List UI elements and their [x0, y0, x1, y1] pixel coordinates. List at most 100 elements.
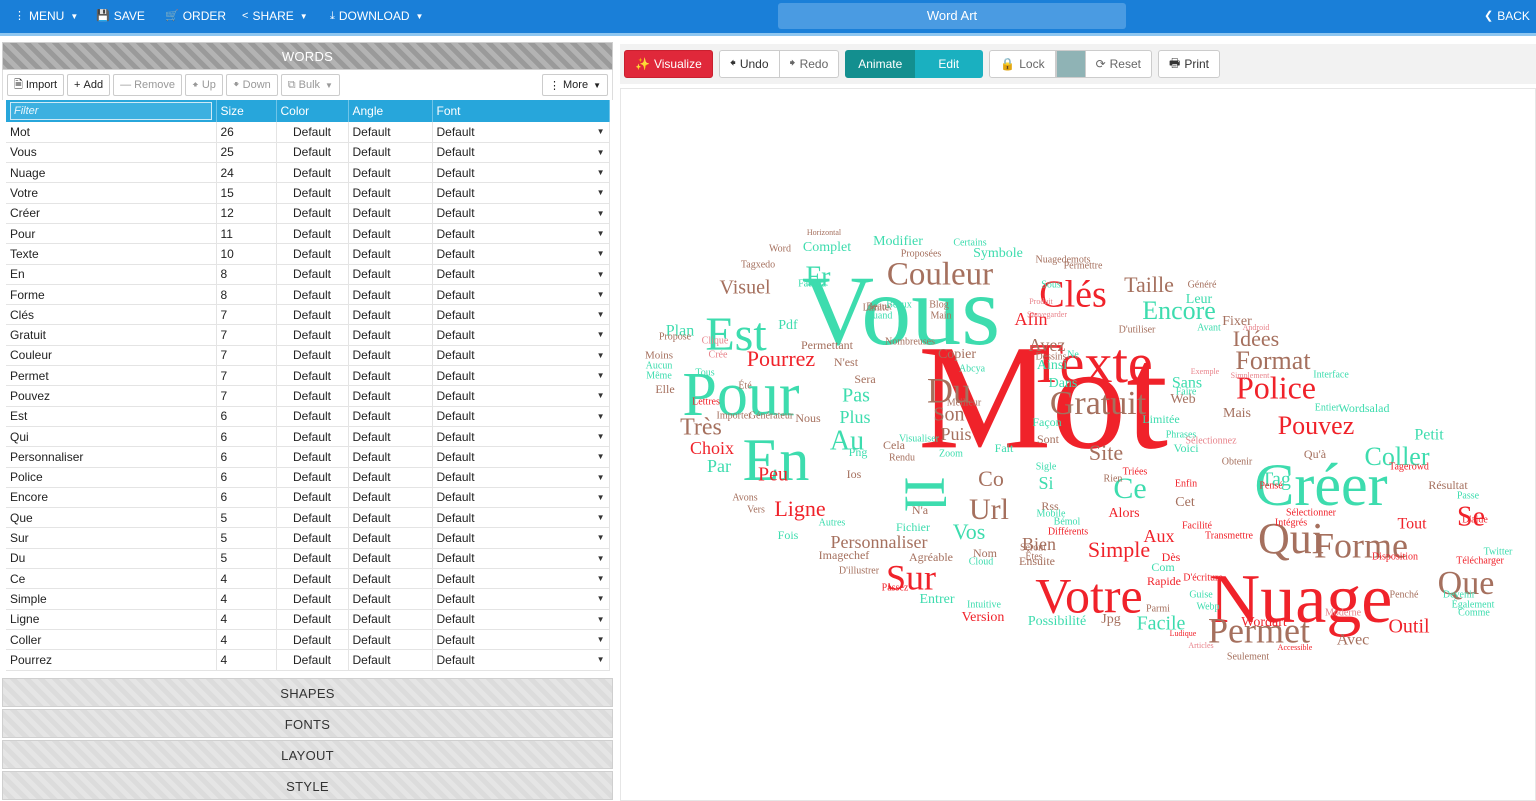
table-row[interactable]: En 8 Default Default Default ▼ [6, 264, 610, 285]
share-button[interactable]: < SHARE ▼ [242, 0, 308, 33]
table-row[interactable]: Ligne 4 Default Default Default ▼ [6, 609, 610, 630]
color-cell[interactable]: Default [276, 629, 349, 651]
angle-column-header[interactable]: Angle [348, 100, 433, 122]
cloud-word[interactable]: Bémol [1054, 516, 1081, 527]
table-row[interactable]: Qui 6 Default Default Default ▼ [6, 426, 610, 448]
size-cell[interactable]: 8 [216, 284, 277, 306]
word-cell[interactable]: Ligne [6, 609, 217, 630]
cloud-word[interactable]: Pouvez [1278, 411, 1355, 440]
dropdown-caret-icon[interactable]: ▼ [597, 549, 605, 568]
color-cell[interactable]: Default [276, 324, 349, 346]
cloud-word[interactable]: Crée [709, 349, 728, 360]
cloud-word[interactable]: Aux [1144, 526, 1175, 546]
size-cell[interactable]: 4 [216, 588, 277, 610]
cloud-word[interactable]: Entrer [920, 592, 955, 607]
size-cell[interactable]: 5 [216, 507, 277, 529]
color-cell[interactable]: Default [276, 365, 349, 387]
cloud-word[interactable]: Meilleur [947, 397, 982, 408]
cloud-word[interactable]: Alors [1108, 506, 1139, 521]
cloud-word[interactable]: Webp [1196, 601, 1219, 612]
color-cell[interactable]: Default [276, 122, 349, 143]
cloud-word[interactable]: Moderne [1325, 607, 1362, 618]
font-cell[interactable]: Default ▼ [432, 487, 610, 509]
cloud-word[interactable]: Fait [995, 441, 1014, 455]
angle-cell[interactable]: Default [348, 365, 433, 387]
cloud-word[interactable]: Lettres [692, 396, 720, 407]
cloud-word[interactable]: Com [1151, 560, 1175, 574]
font-cell[interactable]: Default ▼ [432, 122, 610, 143]
up-button[interactable]: 🠹 Up [185, 74, 223, 96]
word-cell[interactable]: Du [6, 548, 217, 570]
cloud-word[interactable]: Facilité [1182, 520, 1213, 531]
cloud-word[interactable]: Ludique [1170, 629, 1197, 638]
word-cell[interactable]: Encore [6, 487, 217, 509]
cloud-word[interactable]: Si [1038, 473, 1053, 493]
angle-cell[interactable]: Default [348, 507, 433, 529]
font-cell[interactable]: Default ▼ [432, 142, 610, 164]
cloud-word[interactable]: Abcya [959, 363, 986, 374]
cloud-word[interactable]: Petit [1414, 427, 1444, 444]
cloud-word[interactable]: Parmi [1146, 603, 1170, 614]
cloud-word[interactable]: Certains [953, 237, 986, 248]
table-row[interactable]: Du 5 Default Default Default ▼ [6, 548, 610, 570]
color-cell[interactable]: Default [276, 284, 349, 306]
font-cell[interactable]: Default ▼ [432, 223, 610, 245]
cloud-word[interactable]: Clique [702, 335, 729, 346]
cloud-word[interactable]: Cet [1175, 495, 1195, 510]
word-cell[interactable]: Vous [6, 142, 217, 164]
table-row[interactable]: Est 6 Default Default Default ▼ [6, 406, 610, 427]
word-cell[interactable]: Nuage [6, 162, 217, 184]
size-cell[interactable]: 4 [216, 568, 277, 590]
table-row[interactable]: Police 6 Default Default Default ▼ [6, 467, 610, 488]
cloud-word[interactable]: Permettant [801, 338, 854, 352]
table-row[interactable]: Pour 11 Default Default Default ▼ [6, 223, 610, 245]
size-cell[interactable]: 25 [216, 142, 277, 164]
table-row[interactable]: Créer 12 Default Default Default ▼ [6, 203, 610, 224]
dropdown-caret-icon[interactable]: ▼ [597, 204, 605, 223]
cloud-word[interactable]: Couleur [887, 257, 993, 293]
angle-cell[interactable]: Default [348, 264, 433, 285]
size-cell[interactable]: 7 [216, 304, 277, 326]
color-cell[interactable]: Default [276, 588, 349, 610]
color-cell[interactable]: Default [276, 426, 349, 448]
cloud-word[interactable]: Sous [1041, 279, 1061, 290]
font-cell[interactable]: Default ▼ [432, 203, 610, 224]
angle-cell[interactable]: Default [348, 548, 433, 570]
cloud-word[interactable]: Cloud [969, 556, 993, 567]
table-row[interactable]: Que 5 Default Default Default ▼ [6, 507, 610, 529]
dropdown-caret-icon[interactable]: ▼ [597, 528, 605, 547]
cloud-word[interactable]: Plus [839, 407, 870, 427]
color-cell[interactable]: Default [276, 203, 349, 224]
angle-cell[interactable]: Default [348, 588, 433, 610]
table-row[interactable]: Personnaliser 6 Default Default Default ▼ [6, 446, 610, 468]
cloud-word[interactable]: Fois [778, 528, 799, 542]
fonts-section-header[interactable]: FONTS [2, 709, 613, 738]
visualize-button[interactable]: ✨ Visualize [624, 50, 713, 78]
cloud-word[interactable]: Ne [1067, 349, 1079, 360]
cloud-word[interactable]: Fichier [896, 520, 930, 534]
more-button[interactable]: ⋮ More ▼ [542, 74, 608, 96]
size-cell[interactable]: 4 [216, 629, 277, 651]
font-cell[interactable]: Default ▼ [432, 406, 610, 427]
cloud-word[interactable]: Imagechef [819, 548, 870, 562]
angle-cell[interactable]: Default [348, 568, 433, 590]
angle-cell[interactable]: Default [348, 345, 433, 367]
dropdown-caret-icon[interactable]: ▼ [597, 143, 605, 162]
cloud-word[interactable]: Visualiser [899, 433, 940, 444]
font-cell[interactable]: Default ▼ [432, 446, 610, 468]
dropdown-caret-icon[interactable]: ▼ [597, 427, 605, 446]
cloud-word[interactable]: Dessins [1035, 351, 1066, 362]
font-cell[interactable]: Default ▼ [432, 365, 610, 387]
table-row[interactable]: Permet 7 Default Default Default ▼ [6, 365, 610, 387]
size-cell[interactable]: 6 [216, 426, 277, 448]
dropdown-caret-icon[interactable]: ▼ [597, 407, 605, 426]
undo-button[interactable]: 🠸 Undo [718, 50, 780, 78]
cloud-word[interactable]: Passez [882, 582, 909, 593]
cloud-word[interactable]: Modifier [873, 234, 923, 249]
word-cell[interactable]: Texte [6, 243, 217, 265]
size-cell[interactable]: 15 [216, 182, 277, 204]
table-row[interactable]: Texte 10 Default Default Default ▼ [6, 243, 610, 265]
angle-cell[interactable]: Default [348, 203, 433, 224]
table-row[interactable]: Votre 15 Default Default Default ▼ [6, 182, 610, 204]
cloud-word[interactable]: Générateur [749, 410, 794, 421]
